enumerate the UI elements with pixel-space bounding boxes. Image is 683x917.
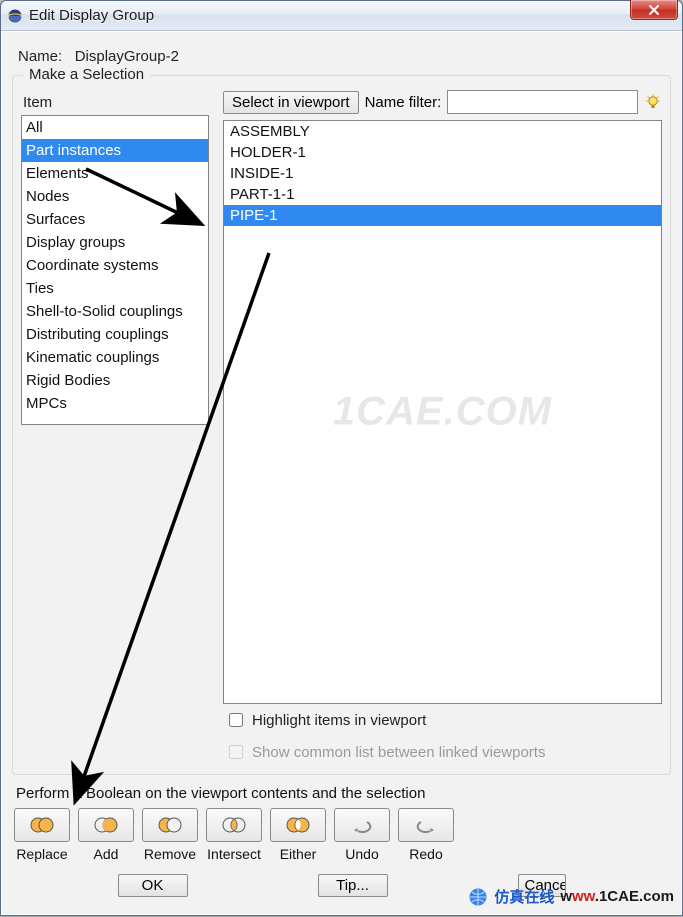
item-option[interactable]: Kinematic couplings xyxy=(22,346,208,369)
highlight-checkbox[interactable] xyxy=(229,713,243,727)
entry-option[interactable]: INSIDE-1 xyxy=(224,163,661,184)
replace-button[interactable] xyxy=(14,808,70,842)
eclipse-icon xyxy=(7,8,23,24)
watermark-text: 1CAE.COM xyxy=(333,390,552,435)
undo-label: Undo xyxy=(334,846,390,862)
item-option[interactable]: Distributing couplings xyxy=(22,323,208,346)
item-option[interactable]: Shell-to-Solid couplings xyxy=(22,300,208,323)
selection-groupbox: Make a Selection Item AllPart instancesE… xyxy=(12,75,671,775)
highlight-label[interactable]: Highlight items in viewport xyxy=(252,712,426,729)
ok-button[interactable]: OK xyxy=(118,874,188,897)
groupbox-legend: Make a Selection xyxy=(23,66,150,83)
entry-option[interactable]: PIPE-1 xyxy=(224,205,661,226)
item-option[interactable]: Display groups xyxy=(22,231,208,254)
entry-option[interactable]: HOLDER-1 xyxy=(224,142,661,163)
add-label: Add xyxy=(78,846,134,862)
name-filter-label: Name filter: xyxy=(365,94,442,111)
client-area: Name: DisplayGroup-2 Make a Selection It… xyxy=(2,32,681,914)
add-button[interactable] xyxy=(78,808,134,842)
undo-button[interactable] xyxy=(334,808,390,842)
redo-label: Redo xyxy=(398,846,454,862)
item-option[interactable]: Nodes xyxy=(22,185,208,208)
common-label: Show common list between linked viewport… xyxy=(252,744,545,761)
common-checkbox xyxy=(229,745,243,759)
item-listbox[interactable]: AllPart instancesElementsNodesSurfacesDi… xyxy=(21,115,209,425)
site-cn: 仿真在线 xyxy=(494,886,554,907)
site-watermark: 仿真在线 www.1CAE.com xyxy=(468,886,674,907)
close-button[interactable] xyxy=(630,0,678,20)
item-option[interactable]: Part instances xyxy=(22,139,208,162)
highlight-row: Highlight items in viewport xyxy=(223,704,662,736)
either-label: Either xyxy=(270,846,326,862)
item-option[interactable]: Elements xyxy=(22,162,208,185)
name-label: Name: xyxy=(18,48,62,65)
item-option[interactable]: Surfaces xyxy=(22,208,208,231)
item-option[interactable]: Rigid Bodies xyxy=(22,369,208,392)
name-value: DisplayGroup-2 xyxy=(75,48,179,65)
item-option[interactable]: Ties xyxy=(22,277,208,300)
tip-button[interactable]: Tip... xyxy=(318,874,388,897)
close-icon xyxy=(648,4,660,16)
remove-button[interactable] xyxy=(142,808,198,842)
entry-option[interactable]: PART-1-1 xyxy=(224,184,661,205)
name-filter-input[interactable] xyxy=(447,90,638,114)
item-option[interactable]: MPCs xyxy=(22,392,208,415)
lightbulb-icon[interactable] xyxy=(644,93,662,111)
item-option[interactable]: All xyxy=(22,116,208,139)
either-button[interactable] xyxy=(270,808,326,842)
item-option[interactable]: Coordinate systems xyxy=(22,254,208,277)
intersect-label: Intersect xyxy=(206,846,262,862)
window-title: Edit Display Group xyxy=(29,7,154,24)
select-in-viewport-button[interactable]: Select in viewport xyxy=(223,91,359,114)
intersect-button[interactable] xyxy=(206,808,262,842)
common-row: Show common list between linked viewport… xyxy=(223,736,662,768)
entry-listbox[interactable]: ASSEMBLYHOLDER-1INSIDE-1PART-1-1PIPE-1 1C… xyxy=(223,120,662,704)
site-url: www.1CAE.com xyxy=(560,888,674,905)
globe-icon xyxy=(468,887,488,907)
boolean-text: Perform a Boolean on the viewport conten… xyxy=(10,775,673,808)
remove-label: Remove xyxy=(142,846,198,862)
boolean-toolbar xyxy=(10,808,673,844)
entry-option[interactable]: ASSEMBLY xyxy=(224,121,661,142)
item-label: Item xyxy=(21,90,209,115)
redo-button[interactable] xyxy=(398,808,454,842)
dialog-window: Edit Display Group Name: DisplayGroup-2 … xyxy=(0,0,683,916)
titlebar: Edit Display Group xyxy=(1,1,682,31)
boolean-labels: Replace Add Remove Intersect Either Undo Redo xyxy=(10,844,673,868)
replace-label: Replace xyxy=(14,846,70,862)
